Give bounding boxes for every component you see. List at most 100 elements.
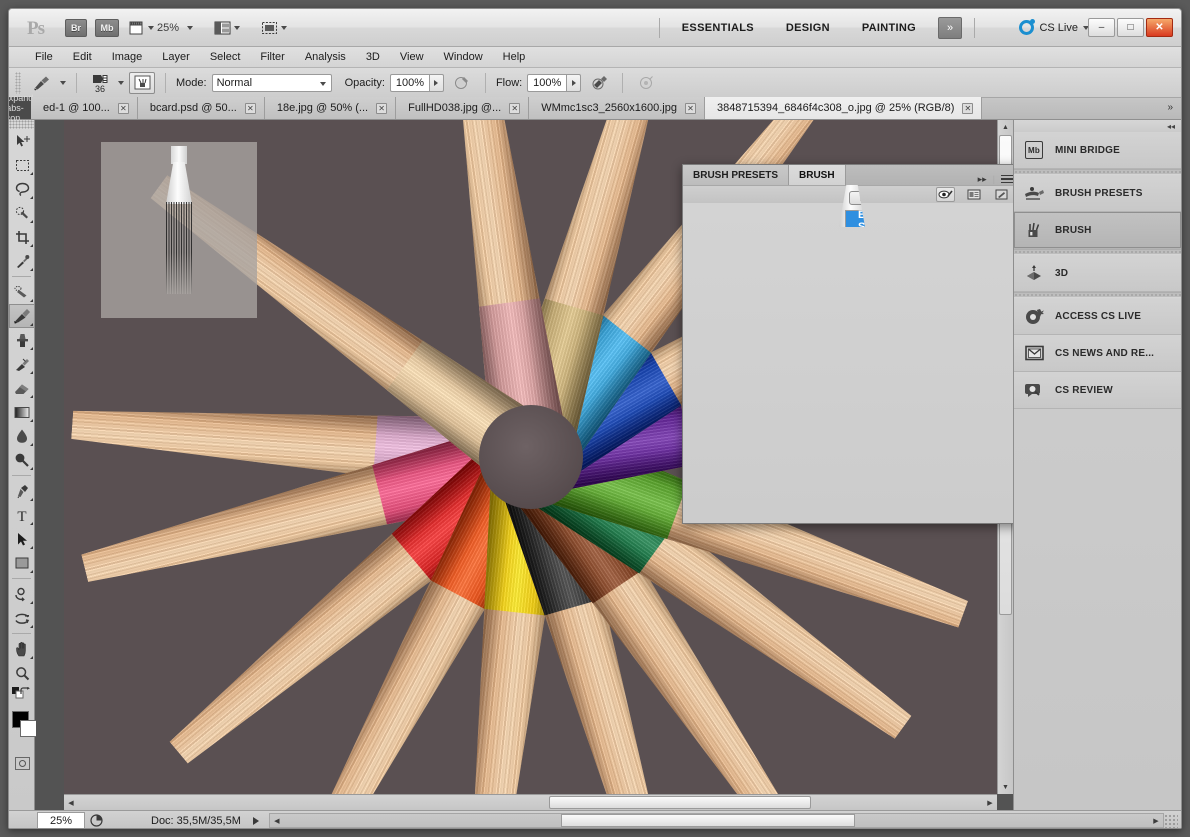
flow-control[interactable]: 100% bbox=[527, 73, 582, 92]
checkbox[interactable] bbox=[851, 395, 862, 406]
menu-view[interactable]: View bbox=[390, 47, 434, 68]
swap-colors-button[interactable] bbox=[20, 687, 31, 701]
workspace-tab-essentials[interactable]: ESSENTIALS bbox=[666, 22, 770, 34]
lock-icon[interactable]: 🔓 bbox=[925, 255, 937, 266]
dock-item-cs-review[interactable]: CS REVIEW bbox=[1014, 372, 1181, 409]
option-smoothing[interactable]: ✓ Smoothing 🔓 bbox=[846, 411, 942, 431]
dock-item-brush-presets[interactable]: BRUSH PRESETS bbox=[1014, 175, 1181, 212]
tool-pen[interactable] bbox=[9, 479, 35, 503]
tool-shape[interactable] bbox=[9, 551, 35, 575]
scroll-left-arrow-icon[interactable]: ◀ bbox=[64, 799, 78, 807]
option-dual-brush[interactable]: Dual Brush 🔓 bbox=[846, 291, 942, 311]
status-scroll-track[interactable] bbox=[284, 814, 1149, 827]
tabs-overflow-button[interactable]: » bbox=[1159, 97, 1181, 119]
scroll-right-arrow-icon[interactable]: ▶ bbox=[983, 799, 997, 807]
lock-icon[interactable]: 🔓 bbox=[925, 415, 937, 426]
option-brush-tip-shape[interactable]: Brush Tip Shape bbox=[846, 209, 865, 227]
flow-slider-button[interactable] bbox=[567, 73, 582, 92]
menu-help[interactable]: Help bbox=[493, 47, 536, 68]
menu-3d[interactable]: 3D bbox=[356, 47, 390, 68]
doc-tab-3[interactable]: FullHD038.jpg @... ✕ bbox=[396, 97, 530, 119]
tab-brush[interactable]: BRUSH bbox=[789, 165, 846, 185]
tool-move[interactable] bbox=[9, 129, 35, 153]
menu-layer[interactable]: Layer bbox=[152, 47, 200, 68]
workspace-tab-design[interactable]: DESIGN bbox=[770, 22, 846, 34]
arrange-documents-button[interactable] bbox=[129, 18, 154, 38]
option-wet-edges[interactable]: Wet Edges 🔓 bbox=[846, 371, 942, 391]
tool-history-brush[interactable] bbox=[9, 352, 35, 376]
flow-input[interactable]: 100% bbox=[527, 73, 568, 92]
menu-file[interactable]: File bbox=[25, 47, 63, 68]
checkbox[interactable]: ✓ bbox=[851, 415, 862, 426]
scroll-right-arrow-icon[interactable]: ▶ bbox=[1149, 817, 1163, 825]
cs-live-button[interactable]: CS Live bbox=[1019, 19, 1089, 35]
lock-icon[interactable]: 🔓 bbox=[925, 315, 937, 326]
close-icon[interactable]: ✕ bbox=[509, 102, 521, 114]
brush-tip-cell[interactable]: 32 bbox=[974, 258, 998, 291]
doc-tab-1[interactable]: bcard.psd @ 50... ✕ bbox=[137, 97, 265, 119]
menu-image[interactable]: Image bbox=[102, 47, 153, 68]
status-expand-icon[interactable] bbox=[252, 816, 259, 825]
status-scrollbar[interactable]: ◀ ▶ bbox=[268, 813, 1164, 828]
menu-analysis[interactable]: Analysis bbox=[295, 47, 356, 68]
menu-edit[interactable]: Edit bbox=[63, 47, 102, 68]
dock-item-3d[interactable]: 3D bbox=[1014, 255, 1181, 292]
tool-spot-healing[interactable] bbox=[9, 280, 35, 304]
menu-select[interactable]: Select bbox=[200, 47, 251, 68]
tool-3d-object-rotate[interactable] bbox=[9, 582, 35, 606]
tool-marquee[interactable] bbox=[9, 153, 35, 177]
toggle-live-tip-brush-preview-button[interactable] bbox=[936, 187, 955, 202]
dock-item-brush[interactable]: BRUSH bbox=[1014, 212, 1181, 249]
lock-icon[interactable]: 🔓 bbox=[925, 235, 937, 246]
canvas-horizontal-scrollbar[interactable]: ◀ ▶ bbox=[64, 794, 997, 810]
lock-icon[interactable]: 🔓 bbox=[925, 356, 937, 367]
options-bar-grip[interactable] bbox=[15, 71, 21, 94]
option-airbrush[interactable]: Airbrush 🔓 bbox=[846, 391, 942, 411]
brush-tip-cell[interactable]: 36 bbox=[950, 258, 974, 291]
dock-item-cs-news[interactable]: CS NEWS AND RE... bbox=[1014, 335, 1181, 372]
scroll-down-arrow-icon[interactable]: ▼ bbox=[998, 780, 1013, 794]
close-icon[interactable]: ✕ bbox=[962, 102, 974, 114]
scroll-up-arrow-icon[interactable]: ▲ bbox=[998, 120, 1013, 134]
dock-item-access-cs-live[interactable]: ACCESS CS LIVE bbox=[1014, 298, 1181, 335]
doc-tab-4[interactable]: WMmc1sc3_2560x1600.jpg ✕ bbox=[529, 97, 705, 119]
brush-tip-cell[interactable]: 25 bbox=[950, 225, 974, 258]
collapse-panel-icon[interactable]: ▸▸ bbox=[978, 174, 987, 185]
tool-3d-camera-rotate[interactable] bbox=[9, 606, 35, 630]
option-texture[interactable]: Texture 🔓 bbox=[846, 271, 942, 291]
opacity-input[interactable]: 100% bbox=[389, 73, 430, 92]
option-color-dynamics[interactable]: Color Dynamics 🔓 bbox=[846, 311, 942, 331]
checkbox[interactable] bbox=[851, 295, 862, 306]
option-scattering[interactable]: Scattering 🔓 bbox=[846, 251, 942, 271]
doc-tab-2[interactable]: 18e.jpg @ 50% (... ✕ bbox=[264, 97, 397, 119]
lock-icon[interactable]: 🔓 bbox=[925, 275, 937, 286]
tool-clone-stamp[interactable] bbox=[9, 328, 35, 352]
brush-tip-cell[interactable]: 36 bbox=[974, 225, 998, 258]
status-scroll-thumb[interactable] bbox=[560, 814, 855, 827]
option-protect-texture[interactable]: Protect Texture 🔓 bbox=[846, 431, 942, 451]
lock-icon[interactable]: 🔓 bbox=[925, 375, 937, 386]
checkbox[interactable] bbox=[851, 275, 862, 286]
tool-brush[interactable] bbox=[9, 304, 35, 328]
preview-options-icon[interactable] bbox=[85, 814, 107, 827]
launch-bridge-button[interactable]: Br bbox=[65, 19, 87, 37]
background-color-swatch[interactable] bbox=[20, 720, 37, 737]
screen-mode-button[interactable] bbox=[214, 18, 240, 38]
close-button[interactable]: ✕ bbox=[1146, 18, 1173, 37]
tablet-size-button[interactable] bbox=[586, 72, 612, 94]
tool-preset-chevron-icon[interactable] bbox=[60, 80, 66, 85]
doc-tab-0[interactable]: ed-1 @ 100... ✕ bbox=[31, 97, 138, 119]
checkbox[interactable] bbox=[851, 375, 862, 386]
minimize-button[interactable]: – bbox=[1088, 18, 1115, 37]
slider-knob[interactable] bbox=[950, 495, 960, 508]
tab-brush-presets[interactable]: BRUSH PRESETS bbox=[683, 165, 790, 185]
resize-grip[interactable] bbox=[1164, 813, 1178, 828]
close-icon[interactable]: ✕ bbox=[244, 102, 256, 114]
tool-type[interactable]: T bbox=[9, 503, 35, 527]
menu-window[interactable]: Window bbox=[434, 47, 493, 68]
spacing-checkbox[interactable]: ✓ bbox=[949, 480, 960, 491]
new-brush-button[interactable] bbox=[992, 187, 1011, 202]
dock-item-mini-bridge[interactable]: Mb MINI BRIDGE bbox=[1014, 132, 1181, 169]
workspace-tab-painting[interactable]: PAINTING bbox=[846, 22, 932, 34]
toggle-brush-panel-button[interactable] bbox=[129, 71, 155, 94]
